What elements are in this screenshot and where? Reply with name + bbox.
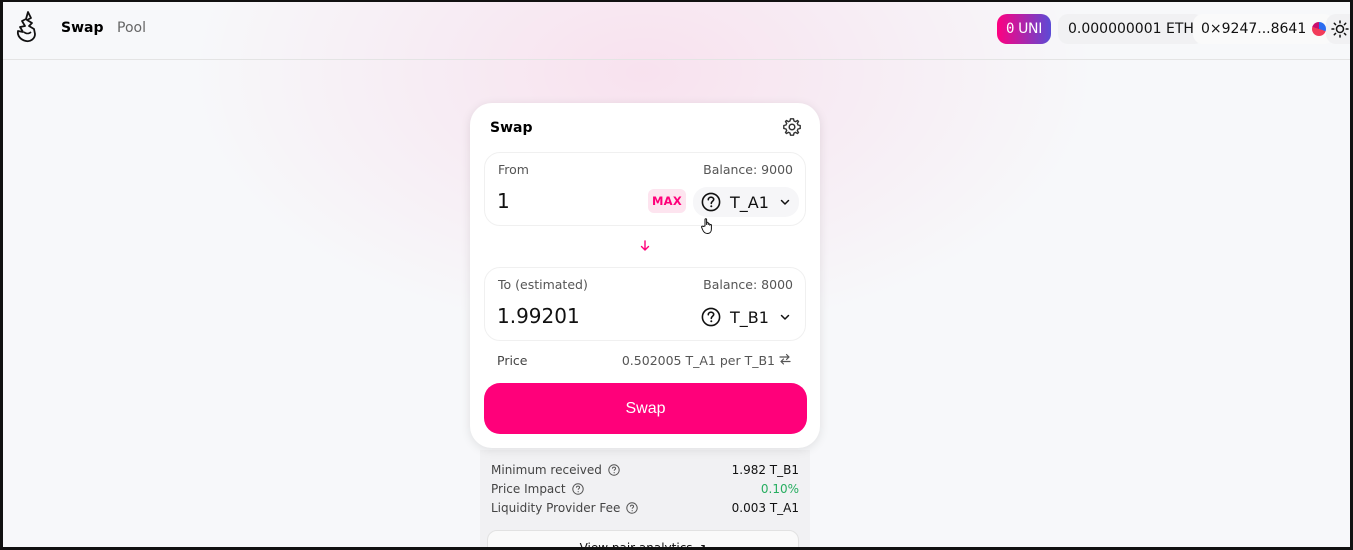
nav-pool[interactable]: Pool <box>117 20 146 36</box>
help-icon[interactable] <box>608 464 620 476</box>
help-icon[interactable] <box>571 483 584 495</box>
chevron-down-icon <box>780 199 790 205</box>
uni-balance-badge[interactable]: 0 UNI <box>997 14 1051 44</box>
account-button[interactable]: 0×9247...8641 <box>1193 14 1335 44</box>
swap-details-panel: Minimum received 1.982 T_B1 Price Impact… <box>480 450 810 547</box>
avatar-icon <box>1312 22 1327 36</box>
top-bar: Swap Pool 0 UNI 0.000000001 ETH 0×9247..… <box>3 2 1350 60</box>
nav-swap[interactable]: Swap <box>61 20 104 36</box>
question-circle-icon <box>701 192 721 212</box>
from-token-box: From Balance: 9000 MAX T_A1 <box>484 152 806 226</box>
uni-balance-label: UNI <box>1018 21 1043 37</box>
sun-icon <box>1331 20 1349 38</box>
from-label: From <box>498 162 529 177</box>
swap-card: Swap From Balance: 9000 MAX T_A1 <box>470 103 820 448</box>
hand-cursor-icon <box>701 218 712 234</box>
to-token-box: To (estimated) Balance: 8000 T_B1 <box>484 267 806 341</box>
logo-icon[interactable] <box>13 10 43 44</box>
detail-minimum-received: Minimum received 1.982 T_B1 <box>491 463 799 481</box>
to-label: To (estimated) <box>498 277 588 292</box>
detail-label: Liquidity Provider Fee <box>491 501 621 515</box>
price-value: 0.502005 T_A1 per T_B1 <box>621 353 775 368</box>
from-balance: Balance: 9000 <box>703 162 793 177</box>
detail-label: Minimum received <box>491 463 602 477</box>
from-token-symbol: T_A1 <box>730 192 769 212</box>
from-amount-input[interactable] <box>497 187 637 215</box>
from-token-select[interactable]: T_A1 <box>693 187 799 217</box>
theme-toggle-button[interactable] <box>1326 14 1350 44</box>
swap-button[interactable]: Swap <box>484 383 807 434</box>
to-amount-input[interactable] <box>497 302 637 330</box>
detail-label: Price Impact <box>491 482 566 496</box>
to-token-select[interactable]: T_B1 <box>693 302 799 332</box>
help-icon[interactable] <box>626 502 639 514</box>
arrow-down-icon[interactable] <box>639 239 651 253</box>
app-window: Swap Pool 0 UNI 0.000000001 ETH 0×9247..… <box>0 0 1353 550</box>
swap-direction-icon[interactable] <box>778 352 792 366</box>
chevron-down-icon <box>780 314 790 320</box>
card-title: Swap <box>490 120 533 136</box>
to-token-symbol: T_B1 <box>730 307 769 327</box>
view-pair-analytics-link[interactable]: View pair analytics ↗ <box>487 530 799 547</box>
question-circle-icon <box>701 307 721 327</box>
price-label: Price <box>497 353 528 368</box>
to-balance: Balance: 8000 <box>703 277 793 292</box>
gear-icon[interactable] <box>782 117 802 137</box>
detail-price-impact: Price Impact 0.10% <box>491 482 799 500</box>
max-button[interactable]: MAX <box>648 189 686 213</box>
account-address: 0×9247...8641 <box>1201 21 1307 37</box>
detail-value: 0.10% <box>760 482 799 496</box>
detail-value: 1.982 T_B1 <box>731 463 799 477</box>
detail-liquidity-fee: Liquidity Provider Fee 0.003 T_A1 <box>491 501 799 519</box>
eth-balance: 0.000000001 ETH <box>1058 14 1204 44</box>
uni-balance-value: 0 <box>1005 21 1015 37</box>
detail-value: 0.003 T_A1 <box>731 501 799 515</box>
